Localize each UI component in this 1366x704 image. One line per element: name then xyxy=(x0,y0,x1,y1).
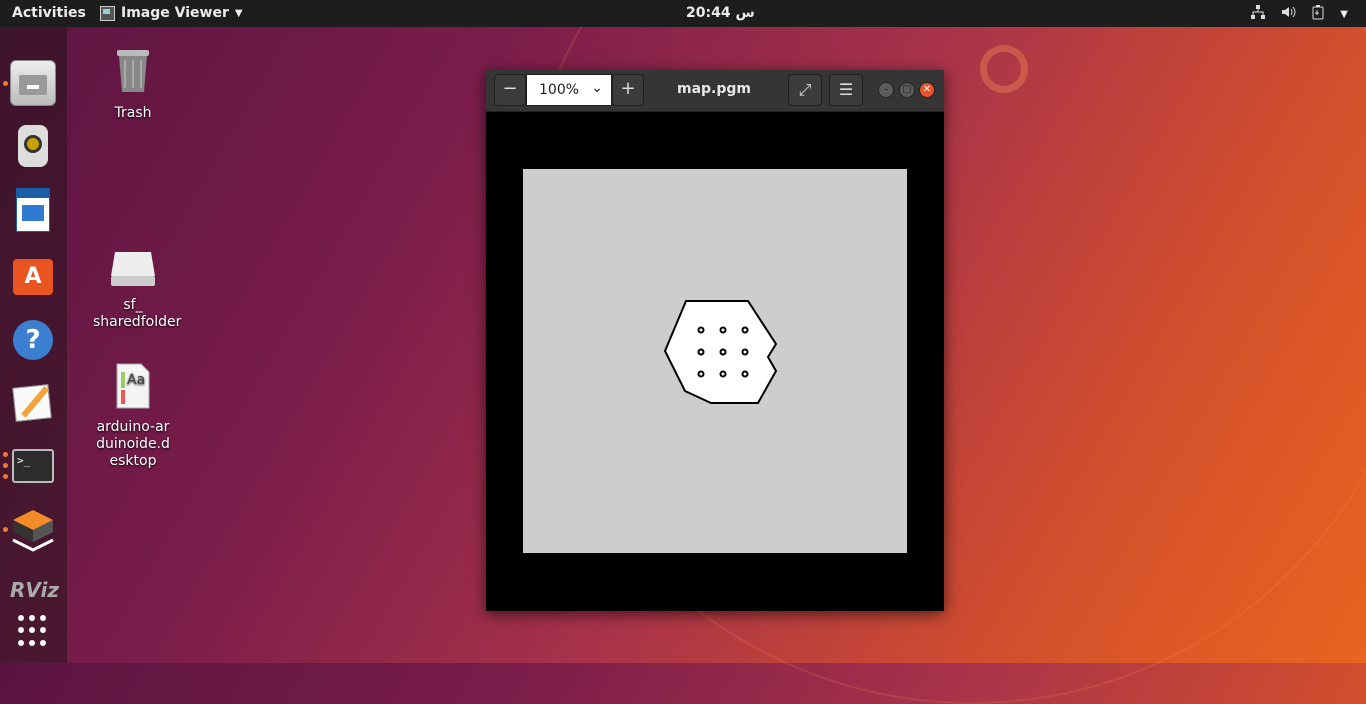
font-file-icon: Aa xyxy=(116,363,150,409)
hamburger-menu-button[interactable]: ☰ xyxy=(829,74,863,106)
maximize-icon: □ xyxy=(902,84,912,95)
app-menu[interactable]: Image Viewer ▼ xyxy=(100,5,243,21)
zoom-combo[interactable]: 100% ⌄ xyxy=(526,74,612,106)
software-center-icon[interactable]: A xyxy=(10,251,56,297)
minimize-icon: – xyxy=(883,84,889,95)
fullscreen-button[interactable]: ⤢ xyxy=(788,74,822,106)
dock-running-dot xyxy=(3,527,8,532)
writer-icon[interactable] xyxy=(10,187,56,233)
chevron-down-icon: ⌄ xyxy=(591,80,603,96)
wallpaper-ring xyxy=(980,45,1028,93)
window-title: map.pgm xyxy=(676,81,751,97)
system-tray[interactable]: ▼ xyxy=(1250,4,1348,24)
clock[interactable]: س 20:44 xyxy=(686,5,755,21)
dock-running-dot xyxy=(3,463,8,468)
dock-running-dot xyxy=(3,474,8,479)
maximize-button[interactable]: □ xyxy=(899,82,915,98)
app-menu-label: Image Viewer xyxy=(121,5,229,21)
drive-icon xyxy=(111,252,155,286)
virtualbox-icon[interactable] xyxy=(10,507,56,553)
help-icon[interactable]: ? xyxy=(10,317,56,363)
header-bar: − 100% ⌄ + map.pgm ⤢ ☰ – □ ✕ xyxy=(486,70,944,112)
close-button[interactable]: ✕ xyxy=(919,82,935,98)
hamburger-icon: ☰ xyxy=(838,80,854,99)
close-icon: ✕ xyxy=(922,84,932,95)
trash-icon xyxy=(117,50,149,92)
desktop-icon-trash[interactable]: Trash xyxy=(88,46,178,122)
minus-icon: − xyxy=(502,78,518,99)
zoom-in-button[interactable]: + xyxy=(612,74,644,106)
rhythmbox-icon[interactable] xyxy=(10,123,56,169)
fullscreen-icon: ⤢ xyxy=(798,80,812,99)
desktop-icon-sharedfolder[interactable]: sf_ sharedfolder xyxy=(88,248,182,331)
activities-button[interactable]: Activities xyxy=(12,5,86,21)
svg-text:Aa: Aa xyxy=(127,372,145,388)
map-image[interactable] xyxy=(523,169,907,553)
text-editor-icon[interactable] xyxy=(10,380,56,426)
dock-running-dot xyxy=(3,452,8,457)
image-viewer-icon xyxy=(100,5,115,21)
map-drawing xyxy=(663,300,778,404)
plus-icon: + xyxy=(620,78,636,99)
terminal-icon[interactable]: >_ xyxy=(10,443,56,489)
show-applications-icon[interactable] xyxy=(18,615,50,647)
zoom-out-button[interactable]: − xyxy=(494,74,526,106)
zoom-value: 100% xyxy=(539,82,580,98)
system-menu-caret-icon: ▼ xyxy=(1340,8,1348,20)
dock-running-dot xyxy=(3,81,8,86)
desktop-icon-label: Trash xyxy=(114,105,152,121)
top-bar: Activities Image Viewer ▼ س 20:44 ▼ xyxy=(0,0,1366,27)
caret-down-icon: ▼ xyxy=(234,7,243,19)
dock: A ? >_ RViz xyxy=(0,27,67,663)
volume-icon xyxy=(1280,4,1296,24)
network-icon xyxy=(1250,4,1266,24)
desktop-icon-label: sf_ sharedfolder xyxy=(93,297,182,330)
minimize-button[interactable]: – xyxy=(878,82,894,98)
desktop-icon-arduino[interactable]: Aa arduino-arduinoide.desktop xyxy=(88,362,178,470)
image-viewer-window: − 100% ⌄ + map.pgm ⤢ ☰ – □ ✕ xyxy=(486,70,944,611)
battery-icon xyxy=(1310,4,1326,24)
desktop-icon-label: arduino-arduinoide.desktop xyxy=(96,419,170,469)
files-icon[interactable] xyxy=(10,60,56,106)
